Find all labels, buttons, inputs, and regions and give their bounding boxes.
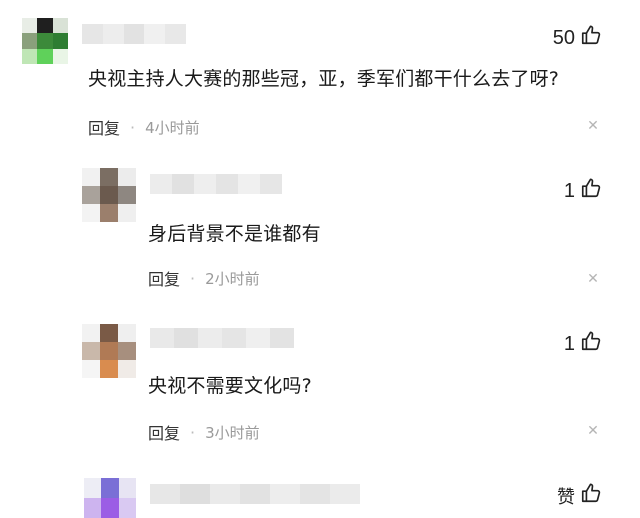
timestamp: 3小时前	[205, 423, 260, 442]
like-button[interactable]: 赞	[557, 482, 602, 509]
separator-dot: ·	[190, 422, 196, 442]
comment-meta: 回复 · 2小时前	[148, 266, 260, 290]
reply-button[interactable]: 回复	[148, 266, 180, 290]
comment-text: 央视不需要文化吗?	[148, 375, 312, 397]
comment-item: 1 央视不需要文化吗? 回复 · 3小时前 ✕	[0, 300, 640, 450]
close-icon[interactable]: ✕	[586, 119, 600, 133]
comment-text: 身后背景不是谁都有	[148, 223, 321, 245]
timestamp: 2小时前	[205, 269, 260, 288]
avatar[interactable]	[82, 168, 136, 222]
like-button[interactable]: 1	[564, 330, 602, 358]
avatar[interactable]	[82, 324, 136, 378]
username[interactable]	[150, 484, 360, 504]
like-count: 50	[552, 26, 575, 49]
comment-meta: 回复 · 4小时前	[88, 115, 200, 139]
like-count: 1	[563, 332, 575, 355]
separator-dot: ·	[190, 268, 196, 288]
avatar[interactable]	[22, 18, 68, 64]
comment-text: 央视主持人大赛的那些冠，亚，季军们都干什么去了呀?	[88, 68, 560, 90]
thumbs-up-icon	[580, 24, 602, 52]
username[interactable]	[150, 328, 294, 348]
thumbs-up-icon	[580, 330, 602, 358]
thumbs-up-icon	[580, 482, 602, 509]
avatar[interactable]	[84, 478, 136, 518]
reply-button[interactable]: 回复	[148, 420, 180, 444]
like-button[interactable]: 1	[564, 177, 602, 205]
thumbs-up-icon	[580, 177, 602, 205]
separator-dot: ·	[130, 117, 136, 137]
username[interactable]	[82, 24, 186, 44]
timestamp: 4小时前	[145, 118, 200, 137]
comment-item: 50 央视主持人大赛的那些冠，亚，季军们都干什么去了呀? 回复 · 4小时前 ✕	[0, 0, 640, 150]
like-count: 1	[563, 179, 575, 202]
like-button[interactable]: 50	[553, 24, 602, 52]
comment-item: 赞	[0, 450, 640, 518]
reply-button[interactable]: 回复	[88, 115, 120, 139]
close-icon[interactable]: ✕	[586, 424, 600, 438]
comment-meta: 回复 · 3小时前	[148, 420, 260, 444]
comment-item: 1 身后背景不是谁都有 回复 · 2小时前 ✕	[0, 150, 640, 300]
username[interactable]	[150, 174, 282, 194]
like-label: 赞	[557, 486, 575, 507]
close-icon[interactable]: ✕	[586, 272, 600, 286]
